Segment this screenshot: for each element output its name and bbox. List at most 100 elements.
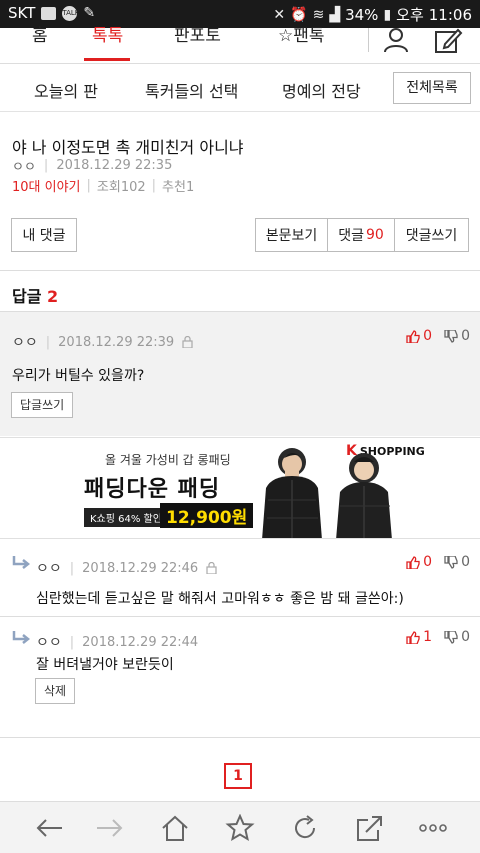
replies-count: 2 xyxy=(47,287,59,306)
mute-icon: ✕ xyxy=(273,6,286,23)
ad-line2: 패딩다운 패딩 xyxy=(84,477,221,502)
lock-icon xyxy=(182,336,193,348)
post-action-group: 본문보기 댓글 90 댓글쓰기 xyxy=(255,218,469,252)
comments-label: 댓글 xyxy=(338,228,364,244)
reply-write-button[interactable]: 답글쓰기 xyxy=(11,392,74,418)
comment-nick: ㅇㅇ xyxy=(36,561,62,577)
replies-label: 답글 xyxy=(12,287,42,306)
comment-date: 2018.12.29 22:44 xyxy=(82,634,199,650)
all-list-button[interactable]: 전체목록 xyxy=(393,72,471,104)
status-bar: SKT TALK ✎ ✕ ⏰ ≋ ▟ 34% ▮ 오후 11:06 xyxy=(0,0,480,28)
upvote-button[interactable]: 0 xyxy=(406,554,432,570)
wifi-icon: ≋ xyxy=(312,6,325,23)
separator: | xyxy=(43,158,49,173)
carrier-label: SKT xyxy=(8,4,36,22)
share-icon[interactable] xyxy=(354,814,384,842)
post-recommends: 추천1 xyxy=(162,180,195,195)
tab-home[interactable]: 홈 xyxy=(32,28,48,64)
battery-icon: ▮ xyxy=(383,6,392,23)
home-icon[interactable] xyxy=(160,814,190,842)
nav-divider xyxy=(368,28,369,52)
comment-nick: ㅇㅇ xyxy=(12,335,38,351)
separator: | xyxy=(45,334,51,350)
ad-badge: K쇼핑 64% 할인 xyxy=(84,508,168,527)
downvote-button[interactable]: 0 xyxy=(444,328,470,344)
ampm-label: 오후 xyxy=(396,6,424,24)
downvote-button[interactable]: 0 xyxy=(444,554,470,570)
ad-price: 12,900원 xyxy=(160,503,254,528)
upvote-count: 1 xyxy=(423,629,433,645)
post-meta: ㅇㅇ | 2018.12.29 22:35 xyxy=(12,156,172,175)
more-icon[interactable] xyxy=(418,814,448,842)
comment-votes: 0 0 xyxy=(406,328,470,344)
post-category[interactable]: 10대 이야기 xyxy=(12,176,81,195)
reply-arrow-icon xyxy=(12,631,30,644)
page-number-current[interactable]: 1 xyxy=(224,763,252,789)
upvote-button[interactable]: 0 xyxy=(406,328,432,344)
reply-comment: ㅇㅇ | 2018.12.29 22:46 0 0 심란했는데 듣고싶은 말 해… xyxy=(0,540,480,616)
write-icon[interactable] xyxy=(433,26,463,56)
clock-label: 11:06 xyxy=(428,5,472,24)
talk-icon: TALK xyxy=(62,5,79,21)
comments-count-button[interactable]: 댓글 90 xyxy=(328,219,395,251)
gallery-icon xyxy=(41,6,57,20)
user-icon[interactable] xyxy=(381,26,411,56)
back-arrow-icon[interactable] xyxy=(34,814,64,842)
signal-icon: ▟ xyxy=(329,6,341,23)
browser-bottom-bar xyxy=(0,801,480,853)
forward-arrow-icon[interactable] xyxy=(95,814,125,842)
post-views: 조회102 xyxy=(96,180,146,195)
comment-meta: ㅇㅇ | 2018.12.29 22:44 xyxy=(36,632,198,652)
view-post-button[interactable]: 본문보기 xyxy=(256,219,328,251)
reply-arrow-icon xyxy=(12,556,30,569)
post-title: 야 나 이정도면 촉 개미친거 아니냐 xyxy=(12,138,244,157)
thumbs-down-icon xyxy=(444,555,458,569)
refresh-icon[interactable] xyxy=(290,814,320,842)
top-nav: 홈 톡톡 판포토 ☆팬톡 xyxy=(0,28,480,64)
separator: | xyxy=(86,178,91,193)
reply-comment: ㅇㅇ | 2018.12.29 22:44 1 0 잘 버텨낼거야 보란듯이 삭… xyxy=(0,617,480,737)
subnav-today[interactable]: 오늘의 판 xyxy=(34,78,98,102)
comment-meta: ㅇㅇ | 2018.12.29 22:46 xyxy=(36,558,217,578)
downvote-count: 0 xyxy=(461,629,470,645)
replies-header: 답글 2 xyxy=(12,283,58,307)
comment-text: 심란했는데 듣고싶은 말 해줘서 고마워ㅎㅎ 좋은 밤 돼 글쓴아:) xyxy=(36,591,404,607)
post-author: ㅇㅇ xyxy=(12,160,36,175)
comments-count: 90 xyxy=(365,227,384,243)
thumbs-down-icon xyxy=(444,329,458,343)
ad-banner[interactable]: 올 겨울 가성비 갑 롱패딩 패딩다운 패딩 K쇼핑 64% 할인 12,900… xyxy=(0,437,480,539)
my-comments-button[interactable]: 내 댓글 xyxy=(11,218,77,252)
upvote-count: 0 xyxy=(423,554,433,570)
upvote-button[interactable]: 1 xyxy=(406,629,432,645)
separator: | xyxy=(151,178,157,193)
ad-models-image xyxy=(262,448,392,538)
ad-line1: 올 겨울 가성비 갑 롱패딩 xyxy=(105,453,231,467)
downvote-button[interactable]: 0 xyxy=(444,629,470,645)
comment-date: 2018.12.29 22:39 xyxy=(58,334,175,350)
sub-nav: 오늘의 판 톡커들의 선택 명예의 전당 전체목록 xyxy=(0,64,480,112)
alarm-icon: ⏰ xyxy=(290,6,308,23)
comment-text: 잘 버텨낼거야 보란듯이 xyxy=(36,657,174,673)
downvote-count: 0 xyxy=(461,554,470,570)
separator: | xyxy=(69,560,75,576)
lock-icon xyxy=(206,562,217,574)
write-comment-button[interactable]: 댓글쓰기 xyxy=(395,219,468,251)
comment-votes: 1 0 xyxy=(406,629,470,645)
subnav-tokker-choice[interactable]: 톡커들의 선택 xyxy=(145,78,238,102)
comment-meta: ㅇㅇ | 2018.12.29 22:39 xyxy=(12,332,193,352)
thumbs-up-icon xyxy=(406,329,420,343)
delete-button[interactable]: 삭제 xyxy=(35,678,76,704)
tab-panphoto[interactable]: 판포토 xyxy=(174,28,221,64)
bookmark-star-icon[interactable] xyxy=(225,814,255,842)
comment-votes: 0 0 xyxy=(406,554,470,570)
comment-text: 우리가 버틸수 있을까? xyxy=(12,368,145,384)
post-info: 10대 이야기 | 조회102 | 추천1 xyxy=(12,176,194,195)
upvote-count: 0 xyxy=(423,328,433,344)
brush-icon: ✎ xyxy=(83,5,96,21)
tab-fantalk[interactable]: ☆팬톡 xyxy=(278,28,325,64)
divider xyxy=(0,737,480,738)
subnav-hall-of-fame[interactable]: 명예의 전당 xyxy=(282,78,361,102)
main-comment: ㅇㅇ | 2018.12.29 22:39 0 0 우리가 버틸수 있을까? 답… xyxy=(0,312,480,436)
post-date: 2018.12.29 22:35 xyxy=(56,158,173,173)
divider xyxy=(0,270,480,271)
